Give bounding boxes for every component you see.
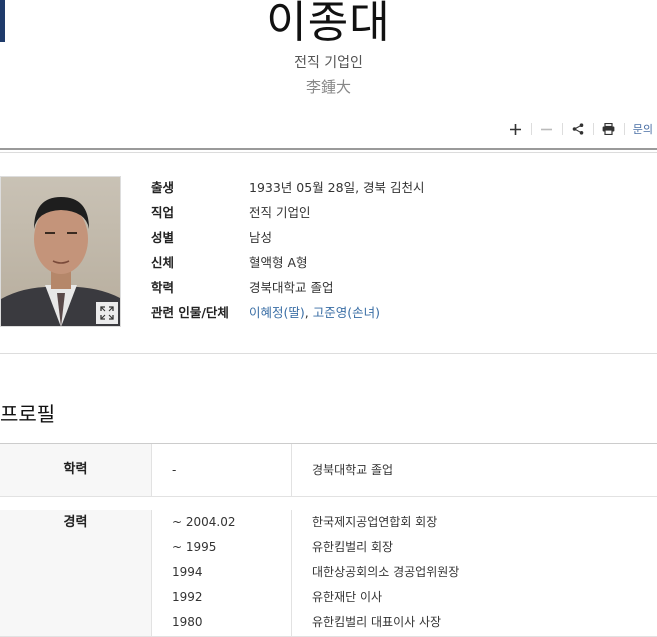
related-person-link[interactable]: 이혜정(딸): [249, 305, 305, 320]
career-year: ~ 2004.02: [172, 515, 236, 529]
profile-values: 한국제지공업연합회 회장 유한킴벌리 회장 대한상공회의소 경공업위원장 유한재…: [292, 510, 657, 636]
info-row-gender: 성별 남성: [151, 224, 425, 249]
career-year: 1980: [172, 615, 203, 629]
career-entry: 유한재단 이사: [312, 590, 383, 604]
info-row-body: 신체 혈액형 A형: [151, 249, 425, 274]
career-entry: 유한킴벌리 대표이사 사장: [312, 615, 442, 629]
info-value: 경북대학교 졸업: [249, 280, 334, 295]
profile-table: 학력 - 경북대학교 졸업 경력 ~ 2004.02 ~ 1995 1994 1…: [0, 443, 657, 637]
plus-icon[interactable]: [501, 120, 531, 138]
share-icon[interactable]: [563, 120, 593, 138]
profile-year: -: [152, 444, 292, 496]
info-label: 직업: [151, 205, 175, 220]
profile-value: 경북대학교 졸업: [312, 463, 394, 477]
minus-icon[interactable]: [532, 120, 562, 138]
info-value: 남성: [249, 230, 273, 245]
profile-row-header: 경력: [0, 510, 152, 636]
header-divider: [0, 148, 657, 150]
career-year: ~ 1995: [172, 540, 217, 554]
info-label: 학력: [151, 280, 175, 295]
career-entry: 유한킴벌리 회장: [312, 540, 394, 554]
inquiry-link[interactable]: 문의: [625, 121, 653, 137]
profile-years: ~ 2004.02 ~ 1995 1994 1992 1980: [152, 510, 292, 636]
info-value: 혈액형 A형: [249, 255, 308, 270]
profile-section-title: 프로필: [0, 402, 56, 426]
header-divider-thin: [0, 152, 657, 153]
career-year: 1992: [172, 590, 203, 604]
career-year: 1994: [172, 565, 203, 579]
article-toolbar: 문의: [501, 120, 653, 138]
info-row-education: 학력 경북대학교 졸업: [151, 274, 425, 299]
info-label: 관련 인물/단체: [151, 305, 229, 320]
person-hanja-name: 李鍾大: [305, 78, 351, 96]
person-occupation: 전직 기업인: [294, 55, 363, 71]
related-person-link[interactable]: 고준영(손녀): [313, 305, 380, 320]
info-row-birth: 출생 1933년 05월 28일, 경북 김천시: [151, 174, 425, 199]
info-value: 전직 기업인: [249, 205, 311, 220]
info-label: 신체: [151, 255, 175, 270]
info-row-job: 직업 전직 기업인: [151, 199, 425, 224]
person-photo[interactable]: [0, 176, 121, 327]
person-info: 출생 1933년 05월 28일, 경북 김천시 직업 전직 기업인 성별 남성…: [151, 174, 425, 324]
profile-row-career: 경력 ~ 2004.02 ~ 1995 1994 1992 1980 한국제지공…: [0, 497, 657, 637]
profile-header-label: 경력: [63, 515, 88, 530]
person-name: 이종대: [266, 0, 391, 48]
info-label: 성별: [151, 230, 175, 245]
info-value: 이혜정(딸), 고준영(손녀): [249, 305, 380, 320]
section-divider: [0, 353, 657, 354]
info-row-related: 관련 인물/단체 이혜정(딸), 고준영(손녀): [151, 299, 425, 324]
career-entry: 대한상공회의소 경공업위원장: [312, 565, 460, 579]
info-value: 1933년 05월 28일, 경북 김천시: [249, 180, 425, 195]
info-label: 출생: [151, 180, 175, 195]
profile-row-header: 학력: [0, 444, 152, 496]
profile-row-education: 학력 - 경북대학교 졸업: [0, 444, 657, 497]
expand-icon[interactable]: [96, 302, 118, 324]
career-entry: 한국제지공업연합회 회장: [312, 515, 438, 529]
print-icon[interactable]: [594, 120, 624, 138]
